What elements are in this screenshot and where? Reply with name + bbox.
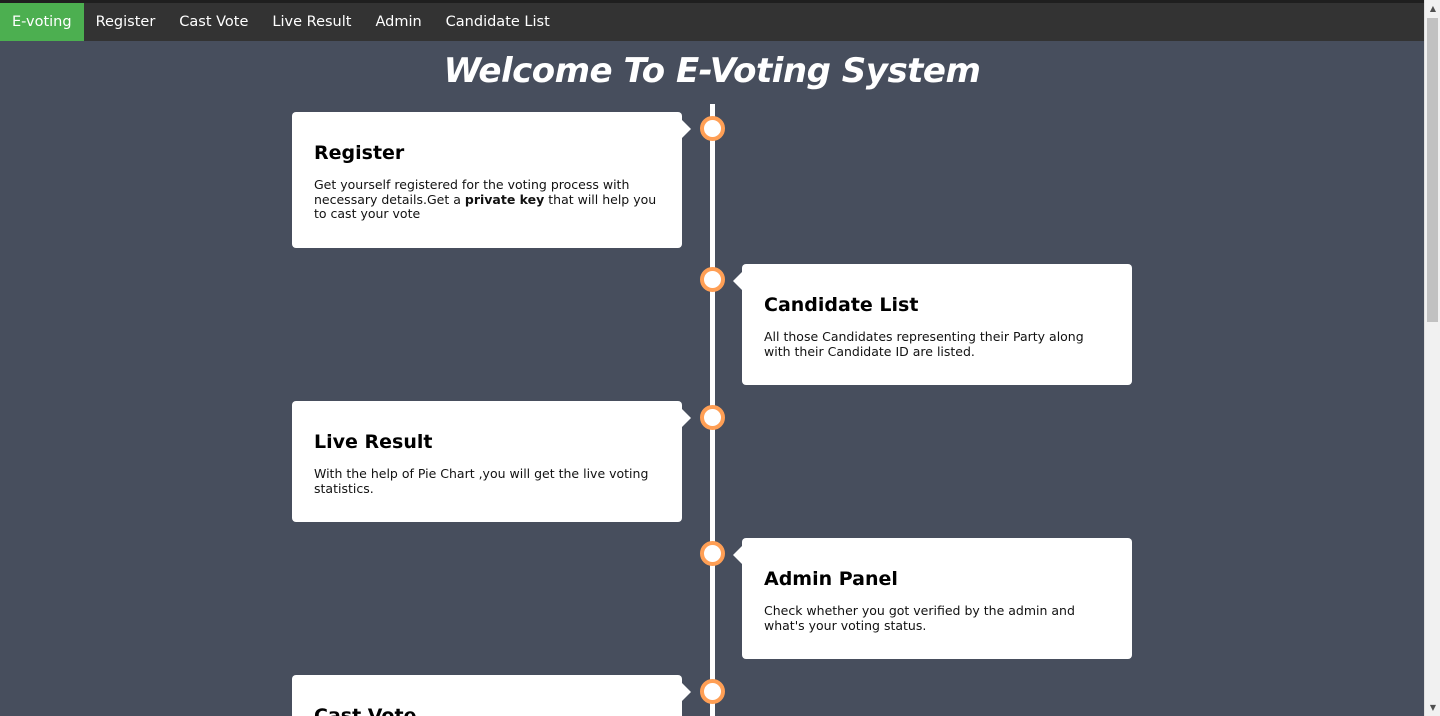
timeline-card-admin-panel: Admin Panel Check whether you got verifi… xyxy=(733,538,1132,659)
timeline-card-register: Register Get yourself registered for the… xyxy=(292,112,691,248)
timeline-dot xyxy=(700,541,725,566)
card-title: Cast Vote xyxy=(314,705,417,716)
timeline-card-candidate-list: Candidate List All those Candidates repr… xyxy=(733,264,1132,385)
nav-item-cast-vote[interactable]: Cast Vote xyxy=(167,3,260,41)
scroll-down-arrow-icon[interactable]: ▼ xyxy=(1425,699,1440,716)
nav-item-live-result[interactable]: Live Result xyxy=(260,3,363,41)
card-title: Register xyxy=(314,142,405,164)
nav-item-candidate-list[interactable]: Candidate List xyxy=(434,3,562,41)
timeline-dot xyxy=(700,116,725,141)
card-text: Get yourself registered for the voting p… xyxy=(314,177,660,222)
card-text: Check whether you got verified by the ad… xyxy=(764,603,1075,633)
card-title: Candidate List xyxy=(764,294,919,316)
page-title: Welcome To E-Voting System xyxy=(443,51,981,91)
page-scrollbar[interactable]: ▲ ▼ xyxy=(1424,0,1440,716)
timeline-dot xyxy=(700,679,725,704)
card-text: With the help of Pie Chart ,you will get… xyxy=(314,466,649,496)
scrollbar-thumb[interactable] xyxy=(1427,18,1438,322)
nav-item-admin[interactable]: Admin xyxy=(363,3,433,41)
timeline-dot xyxy=(700,405,725,430)
timeline-card-cast-vote: Cast Vote xyxy=(292,675,691,716)
top-navbar: E-voting Register Cast Vote Live Result … xyxy=(0,0,1424,41)
card-text: All those Candidates representing their … xyxy=(764,329,1084,359)
timeline-dot xyxy=(700,267,725,292)
timeline-card-live-result: Live Result With the help of Pie Chart ,… xyxy=(292,401,691,522)
nav-item-e-voting[interactable]: E-voting xyxy=(0,3,84,41)
card-title: Admin Panel xyxy=(764,568,898,590)
card-text-bold: private key xyxy=(464,191,545,207)
scroll-up-arrow-icon[interactable]: ▲ xyxy=(1425,0,1440,17)
nav-menu: E-voting Register Cast Vote Live Result … xyxy=(0,3,1424,41)
nav-item-register[interactable]: Register xyxy=(84,3,168,41)
card-title: Live Result xyxy=(314,431,433,453)
